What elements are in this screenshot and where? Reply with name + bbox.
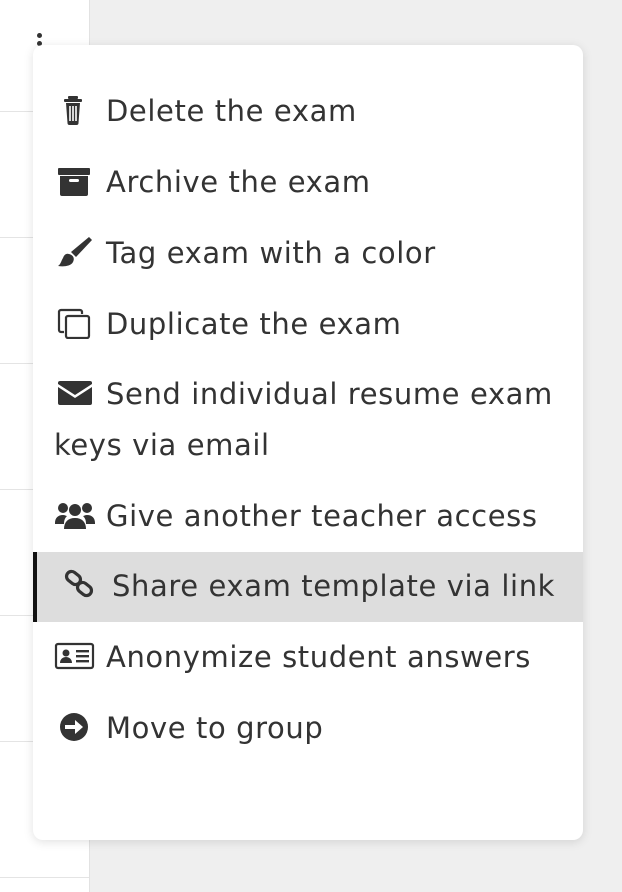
menu-item-move-to-group[interactable]: Move to group bbox=[33, 693, 583, 764]
envelope-icon bbox=[54, 377, 96, 409]
trash-icon bbox=[54, 94, 96, 126]
archive-box-icon bbox=[54, 165, 96, 197]
menu-item-delete-exam[interactable]: Delete the exam bbox=[33, 76, 583, 147]
menu-item-label: Tag exam with a color bbox=[106, 236, 436, 270]
menu-item-label: Move to group bbox=[106, 711, 324, 745]
menu-item-label: Anonymize student answers bbox=[106, 640, 532, 674]
menu-item-label: Give another teacher access bbox=[106, 499, 538, 533]
copy-icon bbox=[54, 307, 96, 339]
menu-item-label: Send individual resume exam keys via ema… bbox=[54, 377, 553, 462]
exam-actions-menu: Delete the exam Archive the exam Tag exa… bbox=[33, 45, 583, 840]
menu-item-label: Archive the exam bbox=[106, 165, 371, 199]
menu-item-send-resume-keys[interactable]: Send individual resume exam keys via ema… bbox=[33, 360, 583, 481]
menu-item-label: Delete the exam bbox=[106, 94, 357, 128]
paint-brush-icon bbox=[54, 236, 96, 268]
menu-item-anonymize-answers[interactable]: Anonymize student answers bbox=[33, 622, 583, 693]
menu-item-duplicate-exam[interactable]: Duplicate the exam bbox=[33, 289, 583, 360]
menu-item-archive-exam[interactable]: Archive the exam bbox=[33, 147, 583, 218]
id-card-icon bbox=[54, 640, 96, 672]
menu-item-label: Share exam template via link bbox=[112, 569, 556, 603]
link-icon bbox=[60, 569, 102, 601]
menu-item-label: Duplicate the exam bbox=[106, 307, 402, 341]
menu-item-share-template-link[interactable]: Share exam template via link bbox=[33, 552, 583, 622]
row-divider bbox=[0, 877, 89, 878]
arrow-circle-right-icon bbox=[54, 711, 96, 743]
users-icon bbox=[54, 499, 96, 531]
menu-item-give-teacher-access[interactable]: Give another teacher access bbox=[33, 481, 583, 552]
menu-item-tag-color[interactable]: Tag exam with a color bbox=[33, 218, 583, 289]
